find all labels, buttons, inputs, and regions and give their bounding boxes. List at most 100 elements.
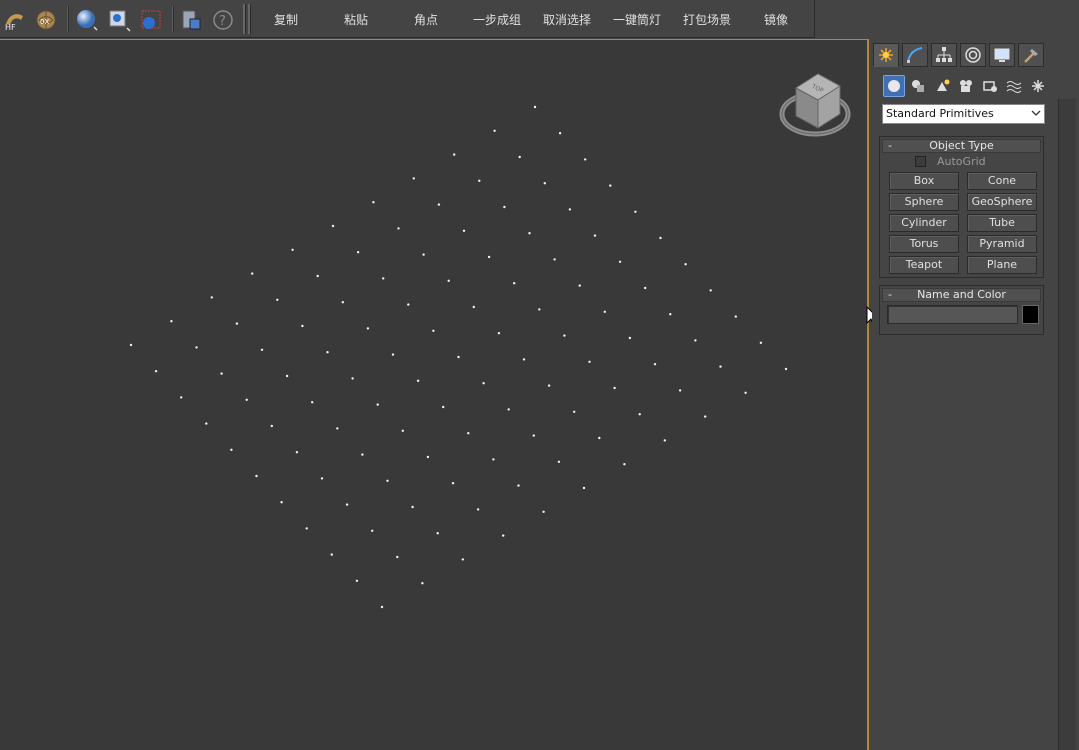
- svg-text:0X: 0X: [40, 18, 49, 26]
- grid-point: [426, 455, 430, 459]
- object-type-title: Object Type: [929, 139, 994, 152]
- grid-point: [453, 153, 456, 156]
- grid-point: [478, 179, 481, 182]
- grid-point: [301, 324, 304, 328]
- geosphere-button[interactable]: GeoSphere: [967, 193, 1037, 211]
- grid-point: [694, 339, 697, 342]
- grid-point: [492, 458, 495, 461]
- systems-icon[interactable]: [1027, 75, 1049, 97]
- grid-point: [411, 505, 414, 509]
- grid-point: [461, 558, 464, 561]
- create-tab[interactable]: [873, 43, 899, 67]
- modify-tab[interactable]: [902, 43, 928, 67]
- downlight-button[interactable]: 一键筒灯: [613, 11, 661, 28]
- render-frame-icon[interactable]: [139, 8, 163, 32]
- grid-point: [678, 389, 682, 392]
- helpers-icon[interactable]: [979, 75, 1001, 97]
- grid-point: [251, 272, 254, 275]
- cylinder-button[interactable]: Cylinder: [889, 214, 959, 232]
- geometry-icon[interactable]: [883, 75, 905, 97]
- grid-point: [372, 201, 375, 204]
- help-icon[interactable]: ?: [211, 8, 235, 32]
- grid-point: [623, 463, 626, 466]
- copy-button[interactable]: 复制: [274, 11, 298, 28]
- grid-point: [341, 301, 344, 304]
- pyramid-button[interactable]: Pyramid: [967, 235, 1037, 253]
- grid-point: [295, 451, 299, 454]
- group-button[interactable]: 一步成组: [473, 11, 521, 28]
- walnut-icon[interactable]: 0X: [34, 8, 58, 32]
- grid-point: [421, 582, 424, 585]
- grid-point: [709, 289, 712, 292]
- object-type-header[interactable]: - Object Type: [882, 139, 1041, 153]
- sphere-button[interactable]: Sphere: [889, 193, 959, 211]
- grid-point: [412, 177, 415, 180]
- hf-icon[interactable]: HF: [3, 8, 27, 32]
- lights-icon[interactable]: [931, 75, 953, 97]
- grid-point: [270, 424, 273, 428]
- clipboard-icon[interactable]: [179, 8, 203, 32]
- pack-scene-button[interactable]: 打包场景: [683, 11, 731, 28]
- grid-point: [280, 501, 283, 504]
- grid-point: [170, 320, 173, 323]
- shapes-icon[interactable]: [907, 75, 929, 97]
- command-panel-scrollbar[interactable]: [1058, 99, 1076, 750]
- mirror-button[interactable]: 镜像: [764, 11, 788, 28]
- grid-point: [255, 474, 258, 478]
- perspective-viewport[interactable]: TOP: [0, 39, 880, 750]
- grid-point: [210, 296, 213, 299]
- grid-point: [533, 105, 537, 109]
- tube-button[interactable]: Tube: [967, 214, 1037, 232]
- grid-point: [355, 579, 359, 582]
- grid-point: [432, 329, 435, 332]
- plane-button[interactable]: Plane: [967, 256, 1037, 274]
- space-warps-icon[interactable]: [1003, 75, 1025, 97]
- utilities-tab[interactable]: [1018, 43, 1044, 67]
- name-and-color-header[interactable]: - Name and Color: [882, 288, 1041, 302]
- grid-point: [704, 415, 707, 418]
- sphere-icon[interactable]: [75, 8, 99, 32]
- box-button[interactable]: Box: [889, 172, 959, 190]
- grid-point: [588, 360, 591, 363]
- category-dropdown[interactable]: Standard Primitives: [882, 104, 1045, 124]
- torus-button[interactable]: Torus: [889, 235, 959, 253]
- grid-point: [195, 346, 198, 349]
- deselect-button[interactable]: 取消选择: [543, 11, 591, 28]
- autogrid-checkbox[interactable]: [915, 156, 926, 167]
- grid-point: [437, 203, 441, 206]
- chevron-down-icon: [1031, 107, 1041, 125]
- grid-point: [416, 379, 420, 382]
- grid-point: [547, 384, 551, 387]
- cameras-icon[interactable]: [955, 75, 977, 97]
- hierarchy-tab[interactable]: [931, 43, 957, 67]
- grid-point: [609, 184, 612, 187]
- command-panel: Standard Primitives - Object Type AutoGr…: [872, 39, 1079, 750]
- paste-button[interactable]: 粘贴: [344, 11, 368, 28]
- grid-point: [407, 303, 410, 306]
- object-name-input[interactable]: [887, 305, 1018, 324]
- motion-tab[interactable]: [960, 43, 986, 67]
- grid-point: [568, 208, 572, 211]
- grid-point: [180, 396, 183, 399]
- command-panel-tabs: [872, 41, 1052, 67]
- grid-point: [331, 224, 335, 228]
- grid-point: [436, 532, 439, 535]
- grid-point: [451, 482, 455, 485]
- display-tab[interactable]: [989, 43, 1015, 67]
- zoom-scene-icon[interactable]: [107, 8, 131, 32]
- object-color-swatch[interactable]: [1022, 305, 1039, 324]
- grid-point: [276, 298, 279, 301]
- grid-point: [684, 263, 687, 266]
- corner-button[interactable]: 角点: [414, 11, 438, 28]
- grid-point: [734, 315, 737, 318]
- grid-point: [320, 477, 324, 480]
- grid-point: [518, 155, 521, 159]
- name-and-color-rollout: - Name and Color: [879, 285, 1044, 335]
- grid-point: [558, 132, 562, 135]
- cone-button[interactable]: Cone: [967, 172, 1037, 190]
- svg-text:HF: HF: [5, 23, 16, 32]
- grid-point: [542, 510, 545, 513]
- teapot-button[interactable]: Teapot: [889, 256, 959, 274]
- grid-point: [462, 229, 466, 232]
- grid-point: [663, 439, 666, 442]
